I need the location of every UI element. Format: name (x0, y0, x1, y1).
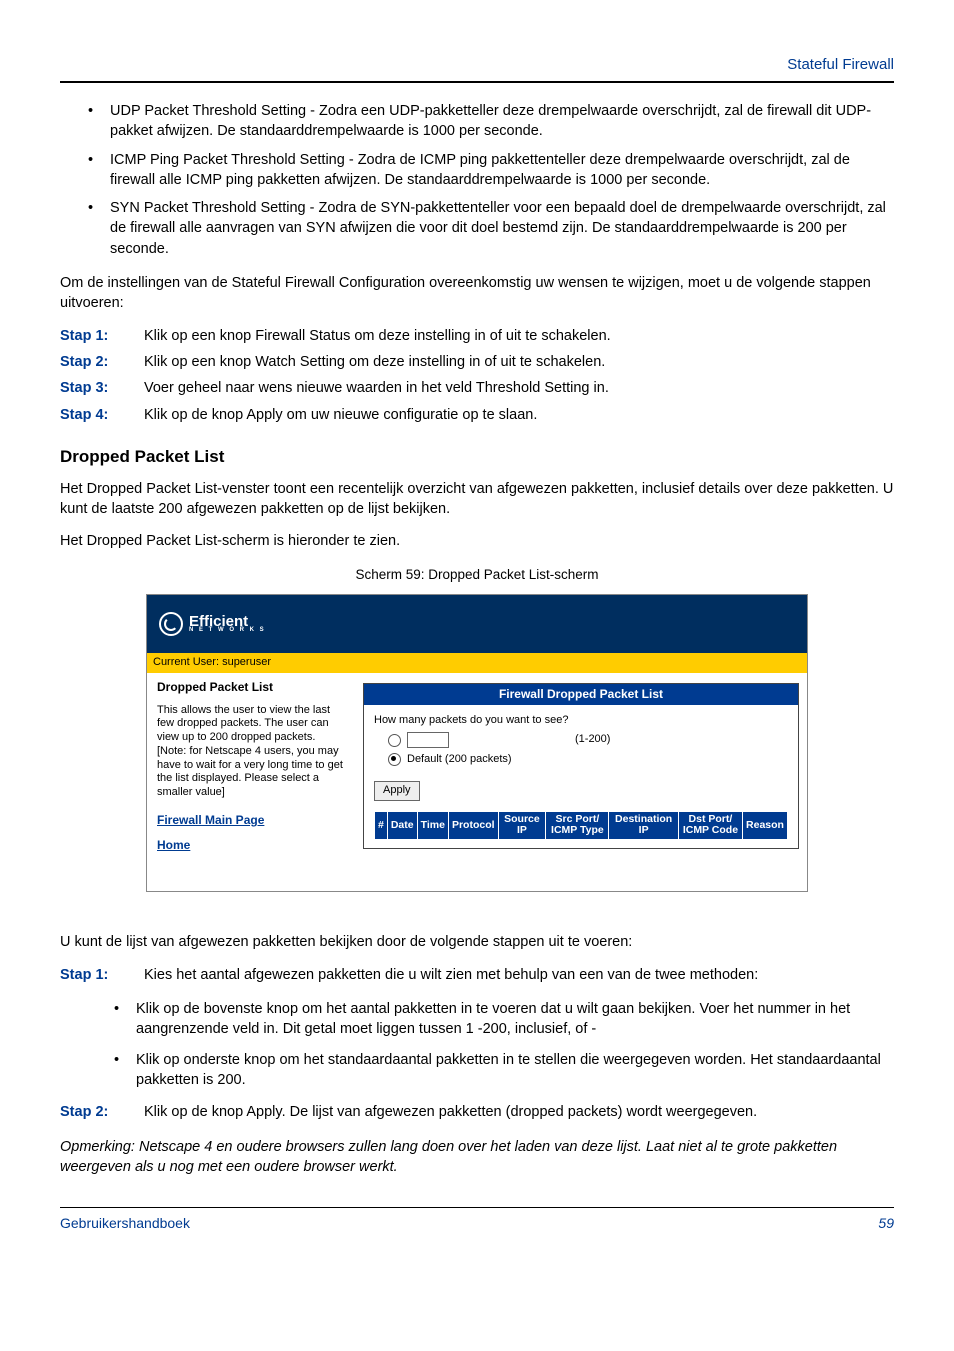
section-title: Dropped Packet List (60, 445, 894, 469)
bullet-icmp: ICMP Ping Packet Threshold Setting - Zod… (94, 150, 894, 191)
col-protocol: Protocol (448, 811, 498, 839)
step-text: Klik op de knop Apply. De lijst van afge… (144, 1104, 757, 1120)
current-user-bar: Current User: superuser (147, 653, 807, 672)
footer-rule (60, 1207, 894, 1208)
step-label: Stap 1: (60, 326, 144, 346)
doc-header-title: Stateful Firewall (60, 54, 894, 75)
shot-header-bar: Efficient N E T W O R K S (147, 595, 807, 653)
panel: Firewall Dropped Packet List How many pa… (363, 683, 799, 849)
figure-caption: Scherm 59: Dropped Packet List-scherm (60, 566, 894, 585)
col-reason: Reason (743, 811, 788, 839)
step-text: Klik op de knop Apply om uw nieuwe confi… (144, 407, 537, 423)
step-text: Klik op een knop Watch Setting om deze i… (144, 354, 605, 370)
para1: Het Dropped Packet List-venster toont ee… (60, 479, 894, 520)
screenshot: Efficient N E T W O R K S Current User: … (146, 594, 808, 892)
col-dst-port: Dst Port/ ICMP Code (678, 811, 742, 839)
steps-block-2: Stap 1:Kies het aantal afgewezen pakkett… (60, 965, 894, 985)
step-label: Stap 3: (60, 378, 144, 398)
col-src-ip: Source IP (498, 811, 546, 839)
sidebar-title: Dropped Packet List (157, 679, 345, 696)
step-label: Stap 1: (60, 965, 144, 985)
step-label: Stap 4: (60, 405, 144, 425)
col-num: # (375, 811, 388, 839)
page-number: 59 (878, 1214, 894, 1234)
note: Opmerking: Netscape 4 en oudere browsers… (60, 1137, 894, 1178)
intro2: U kunt de lijst van afgewezen pakketten … (60, 932, 894, 952)
bullet-udp: UDP Packet Threshold Setting - Zodra een… (94, 101, 894, 142)
brand-logo: Efficient N E T W O R K S (159, 612, 266, 636)
range-hint: (1-200) (575, 732, 610, 747)
link-firewall-main[interactable]: Firewall Main Page (157, 812, 345, 829)
panel-title: Firewall Dropped Packet List (364, 684, 798, 705)
step-label: Stap 2: (60, 352, 144, 372)
step-text: Klik op een knop Firewall Status om deze… (144, 328, 611, 344)
step-label: Stap 2: (60, 1102, 144, 1122)
col-dst-ip: Destination IP (609, 811, 678, 839)
radio-default[interactable] (388, 753, 401, 766)
settings-list: UDP Packet Threshold Setting - Zodra een… (60, 101, 894, 259)
link-home[interactable]: Home (157, 837, 345, 854)
header-rule (60, 81, 894, 83)
dropped-packet-table: # Date Time Protocol Source IP Src Port/… (374, 811, 788, 840)
step-text: Kies het aantal afgewezen pakketten die … (144, 967, 758, 983)
main-panel-area: Firewall Dropped Packet List How many pa… (355, 673, 807, 892)
method-1: Klik op de bovenste knop om het aantal p… (120, 999, 894, 1040)
bullet-syn: SYN Packet Threshold Setting - Zodra de … (94, 198, 894, 259)
logo-sub: N E T W O R K S (189, 628, 266, 633)
step-text: Voer geheel naar wens nieuwe waarden in … (144, 380, 609, 396)
steps-block-3: Stap 2:Klik op de knop Apply. De lijst v… (60, 1102, 894, 1122)
method-sublist: Klik op de bovenste knop om het aantal p… (60, 999, 894, 1090)
sidebar-description: This allows the user to view the last fe… (157, 704, 345, 800)
panel-question: How many packets do you want to see? (374, 713, 788, 728)
intro1: Om de instellingen van de Stateful Firew… (60, 273, 894, 314)
radio-custom[interactable] (388, 734, 401, 747)
sidebar: Dropped Packet List This allows the user… (147, 673, 355, 892)
footer: Gebruikershandboek 59 (60, 1214, 894, 1234)
radio-default-label: Default (200 packets) (407, 752, 512, 767)
col-time: Time (417, 811, 448, 839)
custom-count-input[interactable] (407, 732, 449, 748)
apply-button[interactable]: Apply (374, 781, 420, 800)
logo-icon (159, 612, 183, 636)
para2: Het Dropped Packet List-scherm is hieron… (60, 531, 894, 551)
steps-block-1: Stap 1:Klik op een knop Firewall Status … (60, 326, 894, 425)
col-date: Date (387, 811, 417, 839)
method-2: Klik op onderste knop om het standaardaa… (120, 1050, 894, 1091)
col-src-port: Src Port/ ICMP Type (546, 811, 609, 839)
footer-left: Gebruikershandboek (60, 1214, 190, 1234)
